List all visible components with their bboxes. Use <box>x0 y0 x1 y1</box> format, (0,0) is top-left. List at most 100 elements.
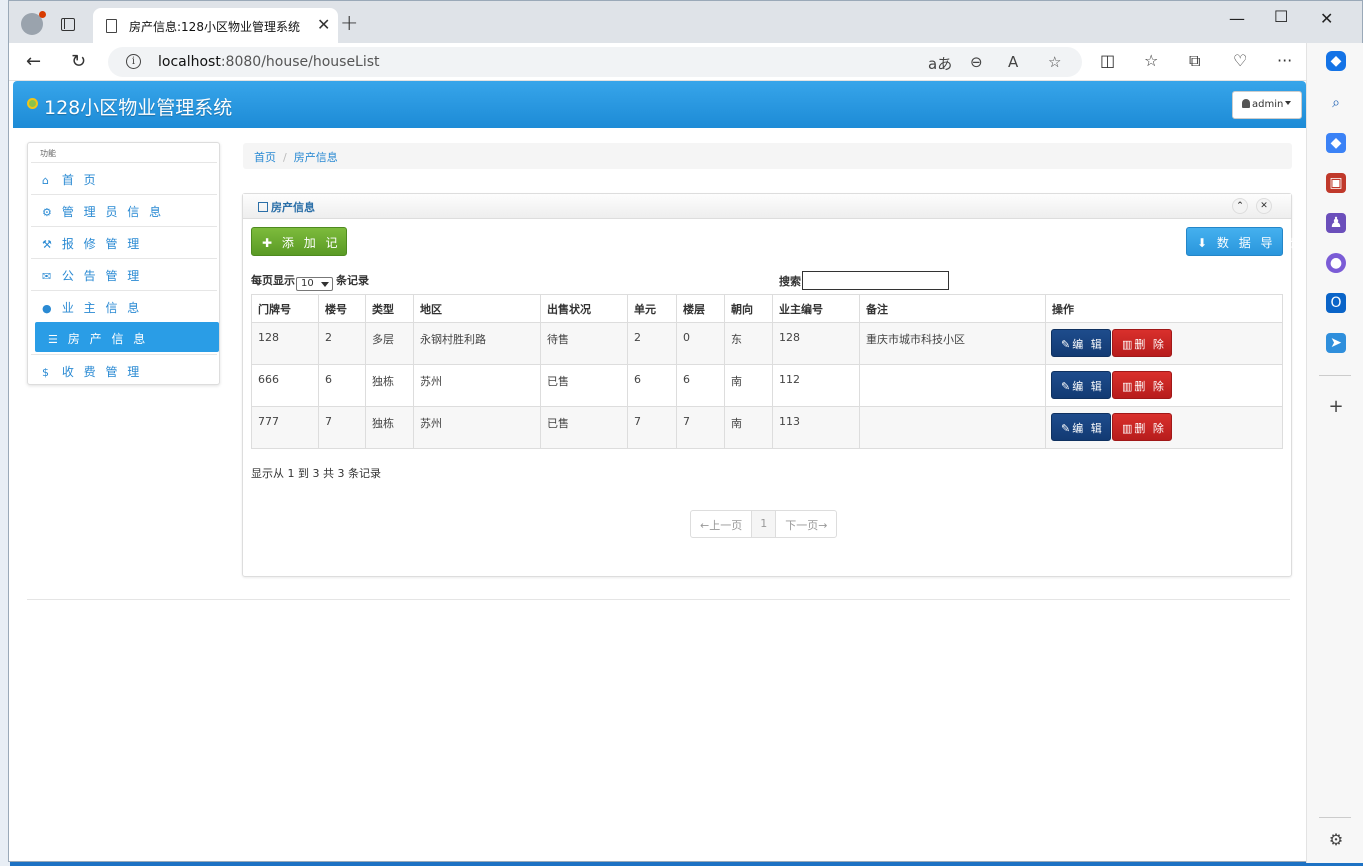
window-close-icon[interactable]: ✕ <box>1320 9 1333 28</box>
prev-page-button[interactable]: ←上一页 <box>691 511 753 537</box>
add-record-button[interactable]: ✚ 添 加 记 录 <box>251 227 359 256</box>
col-header: 操作 <box>1045 294 1283 323</box>
games-icon[interactable]: ♟ <box>1326 213 1346 233</box>
split-screen-icon[interactable]: ◫ <box>1100 51 1115 70</box>
edit-button[interactable]: ✎编 辑 <box>1051 329 1111 357</box>
menu-label: 公 告 管 理 <box>61 269 143 283</box>
user-icon <box>1242 99 1250 108</box>
maximize-icon[interactable]: ☐ <box>1274 7 1288 26</box>
next-page-button[interactable]: 下一页→ <box>776 511 836 537</box>
col-header[interactable]: 出售状况 <box>540 294 628 323</box>
page-icon <box>106 19 117 33</box>
sidebar-settings-icon[interactable]: ⚙ <box>1326 830 1346 850</box>
cell: 666 <box>251 364 319 407</box>
page-1-button[interactable]: 1 <box>752 511 777 537</box>
dollar-icon: $ <box>42 366 49 379</box>
minimize-icon[interactable]: — <box>1229 9 1245 28</box>
browser-essentials-icon[interactable]: ♡ <box>1233 51 1247 70</box>
tab-actions-icon[interactable] <box>61 18 75 31</box>
table-row: 777 7 独栋 苏州 已售 7 7 南 113 ✎编 辑 ▥删 除 <box>251 406 1283 449</box>
app-brand[interactable]: 128小区物业管理系统 <box>44 93 232 120</box>
side-menu: 功能 ⌂ 首 页 ⚙ 管 理 员 信 息 ⚒ 报 修 管 理 ✉ 公 告 管 理… <box>27 142 220 385</box>
col-header[interactable]: 单元 <box>627 294 677 323</box>
cell: 苏州 <box>413 406 541 449</box>
site-info-icon[interactable]: i <box>126 54 141 69</box>
more-icon[interactable]: ··· <box>1277 51 1292 70</box>
refresh-icon[interactable]: ↻ <box>71 51 86 72</box>
col-header[interactable]: 楼层 <box>676 294 725 323</box>
copilot-icon[interactable]: ◆ <box>1326 51 1346 71</box>
col-header[interactable]: 门牌号 <box>251 294 319 323</box>
zoom-icon[interactable]: ⊖ <box>970 53 983 71</box>
menu-item-owner[interactable]: ● 业 主 信 息 <box>31 290 217 320</box>
plus-icon: ✚ <box>262 236 276 250</box>
ops-cell: ✎编 辑 ▥删 除 <box>1045 406 1283 449</box>
close-tab-icon[interactable]: ✕ <box>317 15 330 34</box>
col-header[interactable]: 朝向 <box>724 294 773 323</box>
cell: 2 <box>318 322 366 365</box>
delete-button[interactable]: ▥删 除 <box>1112 413 1172 441</box>
menu-item-house[interactable]: ☰ 房 产 信 息 <box>35 322 219 352</box>
edit-button[interactable]: ✎编 辑 <box>1051 371 1111 399</box>
url-field[interactable]: i localhost:8080/house/houseList aあ ⊖ A … <box>108 47 1082 77</box>
new-tab-icon[interactable]: + <box>340 11 358 36</box>
menu-item-home[interactable]: ⌂ 首 页 <box>31 162 217 192</box>
delete-button[interactable]: ▥删 除 <box>1112 371 1172 399</box>
user-menu-button[interactable]: admin <box>1232 91 1302 119</box>
user-icon: ● <box>42 302 52 315</box>
search-icon[interactable]: ⌕ <box>1326 93 1346 113</box>
page-length-select[interactable]: 10 <box>296 277 333 291</box>
cell: 已售 <box>540 364 628 407</box>
col-header[interactable]: 类型 <box>365 294 414 323</box>
menu-item-admin[interactable]: ⚙ 管 理 员 信 息 <box>31 194 217 224</box>
outlook-icon[interactable]: O <box>1326 293 1346 313</box>
caret-down-icon <box>1285 101 1292 105</box>
tools-icon[interactable]: ▣ <box>1326 173 1346 193</box>
drop-icon[interactable]: ➤ <box>1326 333 1346 353</box>
tab-bar: 房产信息:128小区物业管理系统 ✕ + — ☐ ✕ <box>9 1 1362 43</box>
delete-label: 删 除 <box>1134 380 1166 393</box>
col-header[interactable]: 楼号 <box>318 294 366 323</box>
favorites-icon[interactable]: ☆ <box>1144 51 1158 70</box>
cell: 已售 <box>540 406 628 449</box>
browser-tab[interactable]: 房产信息:128小区物业管理系统 ✕ <box>93 8 338 43</box>
cell: 6 <box>318 364 366 407</box>
sidebar-divider-bottom <box>1319 817 1351 818</box>
col-header[interactable]: 业主编号 <box>772 294 860 323</box>
length-prefix: 每页显示 <box>251 274 295 287</box>
collections-icon[interactable]: ⧉ <box>1189 51 1200 71</box>
col-header[interactable]: 备注 <box>859 294 1046 323</box>
add-sidebar-icon[interactable]: + <box>1326 397 1346 417</box>
cell: 128 <box>772 322 860 365</box>
collapse-icon[interactable]: ⌃ <box>1232 198 1248 214</box>
cell: 永钢村胜利路 <box>413 322 541 365</box>
close-panel-icon[interactable]: ✕ <box>1256 198 1272 214</box>
search-input[interactable] <box>802 271 949 290</box>
shopping-icon[interactable]: ◆ <box>1326 133 1346 153</box>
edit-button[interactable]: ✎编 辑 <box>1051 413 1111 441</box>
read-aloud-icon[interactable]: A <box>1008 53 1018 71</box>
delete-button[interactable]: ▥删 除 <box>1112 329 1172 357</box>
wrench-icon: ⚒ <box>42 238 52 251</box>
breadcrumb-current[interactable]: 房产信息 <box>294 151 338 164</box>
col-header[interactable]: 地区 <box>413 294 541 323</box>
web-page: 128小区物业管理系统 admin 功能 ⌂ 首 页 ⚙ 管 理 员 信 息 ⚒… <box>11 81 1306 861</box>
menu-label: 业 主 信 息 <box>61 301 143 315</box>
user-name: admin <box>1252 99 1284 110</box>
export-button[interactable]: ⬇ 数 据 导 出 <box>1186 227 1294 256</box>
cell: 6 <box>627 364 677 407</box>
menu-item-fee[interactable]: $ 收 费 管 理 <box>31 354 217 384</box>
breadcrumb-home[interactable]: 首页 <box>254 151 276 164</box>
menu-item-notice[interactable]: ✉ 公 告 管 理 <box>31 258 217 288</box>
house-panel: 房产信息 ⌃ ✕ ✚ 添 加 记 录 ⬇ 数 据 导 出 每页显示 10 条记录 搜… <box>242 193 1294 577</box>
cell: 独栋 <box>365 406 414 449</box>
menu-item-repair[interactable]: ⚒ 报 修 管 理 <box>31 226 217 256</box>
cell <box>859 364 1046 407</box>
favorite-star-icon[interactable]: ☆ <box>1048 53 1061 71</box>
microsoft365-icon[interactable]: ● <box>1326 253 1346 273</box>
cell: 苏州 <box>413 364 541 407</box>
translate-icon[interactable]: aあ <box>928 53 952 74</box>
table-row: 666 6 独栋 苏州 已售 6 6 南 112 ✎编 辑 ▥删 除 <box>251 364 1283 407</box>
profile-icon[interactable] <box>21 11 46 35</box>
back-icon[interactable]: ← <box>26 51 41 72</box>
